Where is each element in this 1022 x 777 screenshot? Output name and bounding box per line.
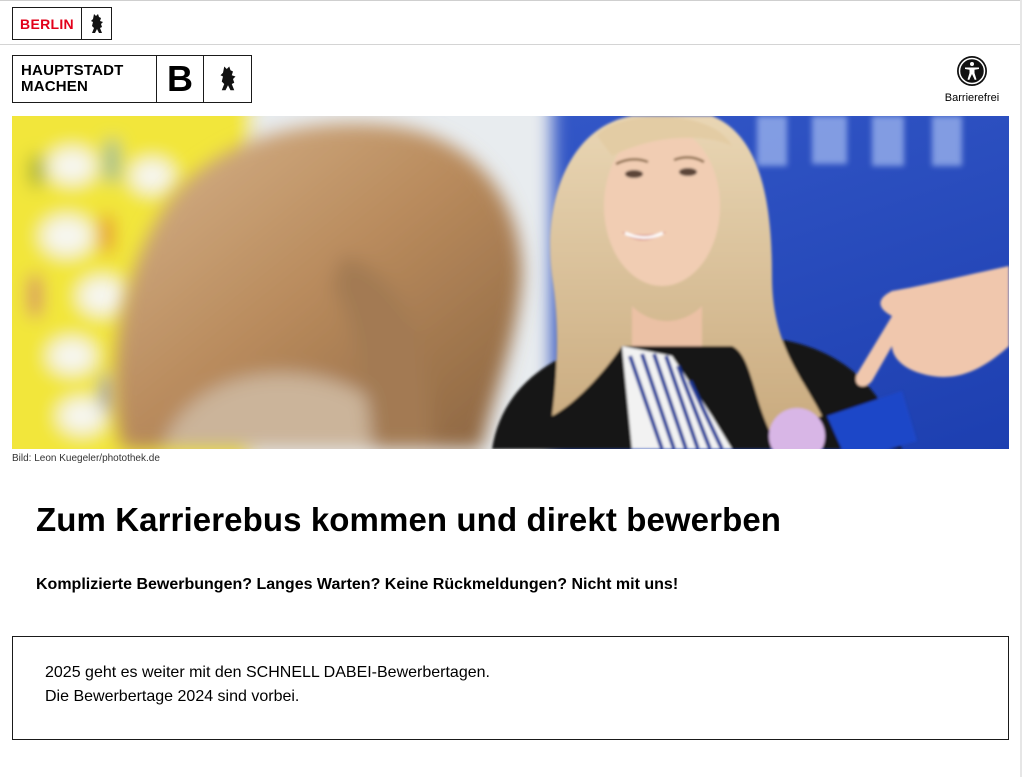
site-header: HAUPTSTADT MACHEN B Barrierefrei <box>0 45 1022 116</box>
berlin-wordmark: BERLIN <box>13 8 82 39</box>
page-subtitle: Komplizierte Bewerbungen? Langes Warten?… <box>36 576 679 593</box>
logo-b-letter: B <box>157 56 204 102</box>
hero-image <box>12 116 1009 449</box>
accessibility-icon <box>956 55 988 87</box>
hauptstadt-machen-logo[interactable]: HAUPTSTADT MACHEN B <box>12 55 252 103</box>
berlin-top-bar: BERLIN <box>0 0 1022 45</box>
info-line-2: Die Bewerbertage 2024 sind vorbei. <box>45 688 300 705</box>
logo-bear-icon <box>204 56 251 102</box>
info-line-1: 2025 geht es weiter mit den SCHNELL DABE… <box>45 664 490 681</box>
logo-line-1: HAUPTSTADT <box>21 62 124 79</box>
accessibility-label: Barrierefrei <box>944 92 1000 104</box>
berlin-logo-link[interactable]: BERLIN <box>12 7 112 40</box>
logo-text: HAUPTSTADT MACHEN <box>13 56 157 102</box>
page-title: Zum Karrierebus kommen und direkt bewerb… <box>36 501 782 538</box>
info-box: 2025 geht es weiter mit den SCHNELL DABE… <box>12 636 1009 740</box>
berlin-bear-icon <box>82 8 111 39</box>
logo-line-2: MACHEN <box>21 78 89 95</box>
accessibility-button[interactable]: Barrierefrei <box>942 55 1002 104</box>
image-credit: Bild: Leon Kuegeler/photothek.de <box>12 453 160 464</box>
